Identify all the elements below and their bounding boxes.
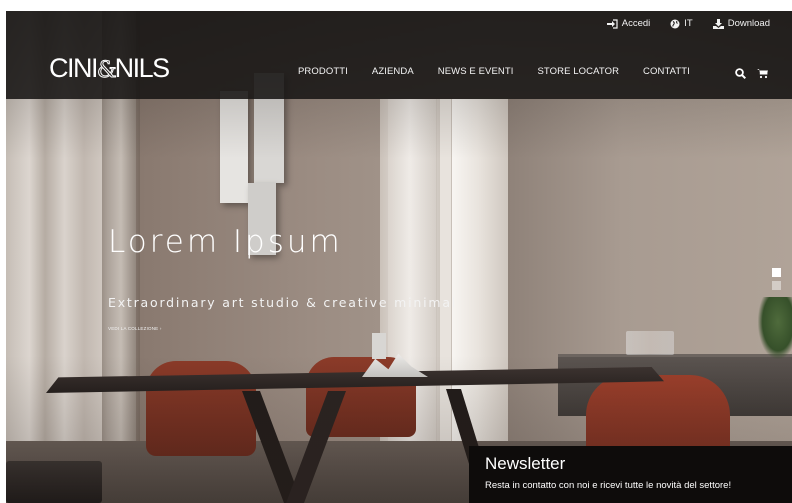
newsletter-text: Resta in contatto con noi e ricevi tutte… bbox=[485, 480, 732, 491]
nav-item-news-eventi[interactable]: NEWS E EVENTI bbox=[438, 66, 514, 77]
brand-logo[interactable]: CINI&NILS bbox=[49, 53, 171, 83]
newsletter-title: Newsletter bbox=[485, 454, 566, 473]
view-collection-link[interactable]: VEDI LA COLLEZIONE › bbox=[108, 326, 162, 331]
nav-item-prodotti[interactable]: PRODOTTI bbox=[298, 66, 348, 77]
search-icon[interactable] bbox=[735, 66, 747, 84]
download-label: Download bbox=[727, 18, 770, 29]
nav-item-azienda[interactable]: AZIENDA bbox=[372, 66, 414, 77]
nav-item-store-locator[interactable]: STORE LOCATOR bbox=[538, 66, 620, 77]
globe-icon bbox=[670, 19, 680, 29]
cart-icon[interactable] bbox=[757, 66, 768, 84]
main-nav: PRODOTTI AZIENDA NEWS E EVENTI STORE LOC… bbox=[298, 66, 690, 77]
download-link[interactable]: Download bbox=[712, 18, 770, 29]
slider-dot-active[interactable] bbox=[772, 268, 781, 277]
hero-subtitle: Extraordinary art studio & creative mini… bbox=[108, 295, 458, 310]
site-header: Accedi IT Download CINI&NILS PRODOTTI AZ… bbox=[6, 11, 792, 99]
page: Accedi IT Download CINI&NILS PRODOTTI AZ… bbox=[6, 11, 792, 503]
logo-ampersand: & bbox=[97, 58, 118, 83]
topbar: Accedi IT Download bbox=[606, 18, 770, 29]
header-icons bbox=[735, 66, 768, 84]
language-selector[interactable]: IT bbox=[670, 18, 693, 29]
slider-dots bbox=[772, 268, 781, 290]
slider-dot[interactable] bbox=[772, 281, 781, 290]
login-label: Accedi bbox=[621, 18, 651, 29]
download-icon bbox=[712, 18, 724, 29]
logo-text-right: NILS bbox=[114, 53, 171, 83]
logo-text-left: CINI bbox=[49, 53, 99, 83]
login-link[interactable]: Accedi bbox=[606, 18, 651, 29]
sign-in-icon bbox=[606, 18, 618, 29]
newsletter-panel[interactable]: Newsletter Resta in contatto con noi e r… bbox=[469, 446, 792, 503]
nav-item-contatti[interactable]: CONTATTI bbox=[643, 66, 690, 77]
language-label: IT bbox=[684, 18, 693, 29]
hero-title: Lorem Ipsum bbox=[108, 224, 343, 260]
